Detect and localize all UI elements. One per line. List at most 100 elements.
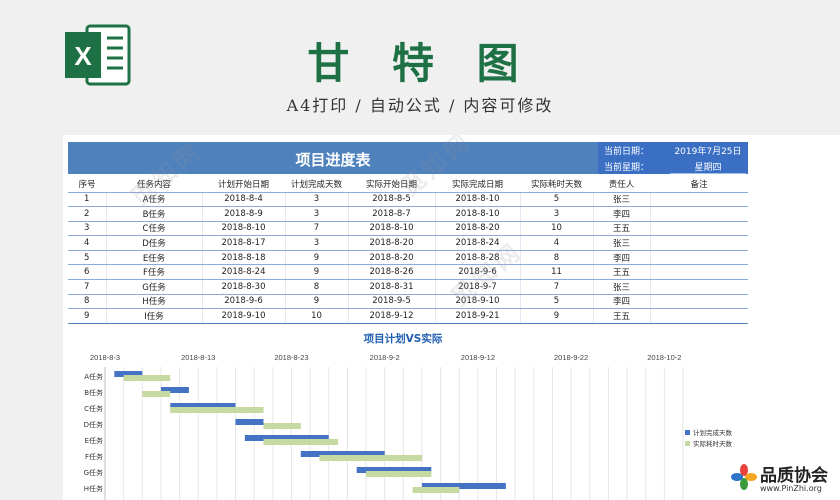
gantt-bar-actual <box>412 487 460 493</box>
table-cell[interactable]: 2018-8-20 <box>348 250 436 266</box>
table-cell[interactable]: F任务 <box>106 264 203 281</box>
table-cell[interactable]: 2018-8-10 <box>348 221 436 237</box>
table-cell[interactable]: 2018-8-10 <box>435 192 521 208</box>
table-cell[interactable] <box>650 308 748 324</box>
table-cell[interactable]: 7 <box>285 221 349 237</box>
table-cell[interactable]: 2018-9-10 <box>202 308 286 324</box>
table-cell[interactable]: 10 <box>520 221 594 237</box>
table-cell[interactable]: 王五 <box>593 221 651 237</box>
table-cell[interactable]: 5 <box>68 250 107 266</box>
table-cell[interactable]: 9 <box>285 250 349 266</box>
table-cell[interactable]: E任务 <box>106 250 203 266</box>
table-cell[interactable]: 张三 <box>593 192 651 208</box>
table-cell[interactable]: 2018-8-18 <box>202 250 286 266</box>
table-row: 5 E任务 2018-8-18 9 2018-8-20 2018-8-28 8 李四 <box>68 250 748 266</box>
table-row: 7 G任务 2018-8-30 8 2018-8-31 2018-9-7 7 张三 <box>68 279 748 295</box>
table-cell[interactable] <box>650 221 748 237</box>
table-cell[interactable]: 李四 <box>593 206 651 222</box>
y-category-label: H任务 <box>84 484 103 493</box>
column-header: 计划开始日期 <box>202 176 285 193</box>
current-date-value[interactable]: 2019年7月25日 <box>670 144 746 157</box>
table-cell[interactable]: 2018-8-4 <box>202 192 286 208</box>
spreadsheet-preview: 项目进度表 当前日期： 2019年7月25日 当前星期： 星期四 序号 任务内容… <box>63 135 840 500</box>
table-cell[interactable]: 4 <box>68 235 107 251</box>
table-cell[interactable] <box>650 206 748 222</box>
table-cell[interactable] <box>650 235 748 251</box>
table-cell[interactable]: 1 <box>68 192 107 208</box>
table-cell[interactable]: 张三 <box>593 279 651 295</box>
table-cell[interactable]: 9 <box>520 308 594 324</box>
table-row: 9 I任务 2018-9-10 10 2018-9-12 2018-9-21 9 王五 <box>68 308 748 324</box>
table-cell[interactable]: 9 <box>68 308 107 324</box>
table-cell[interactable]: H任务 <box>106 294 203 310</box>
table-cell[interactable]: 李四 <box>593 294 651 310</box>
gantt-bar-actual <box>263 439 339 445</box>
table-cell[interactable]: 10 <box>285 308 349 324</box>
table-cell[interactable]: 8 <box>520 250 594 266</box>
table-cell[interactable]: 2018-9-6 <box>202 294 286 310</box>
table-cell[interactable]: 6 <box>68 264 107 281</box>
gantt-bar-actual <box>366 471 432 477</box>
table-cell[interactable]: C任务 <box>106 221 203 237</box>
table-cell[interactable]: 2018-9-5 <box>348 294 436 310</box>
table-cell[interactable]: 2018-8-31 <box>348 279 436 295</box>
x-tick-label: 2018-9-2 <box>370 353 400 362</box>
table-cell[interactable]: 2018-9-21 <box>435 308 521 324</box>
x-tick-label: 2018-9-12 <box>461 353 495 362</box>
table-cell[interactable]: 2018-8-24 <box>202 264 286 281</box>
page-subtitle: A4打印 / 自动公式 / 内容可修改 <box>286 96 554 115</box>
gantt-bar-actual <box>319 455 422 461</box>
table-cell[interactable]: 3 <box>285 206 349 222</box>
table-cell[interactable] <box>650 279 748 295</box>
table-cell[interactable]: 3 <box>285 235 349 251</box>
table-row: 2 B任务 2018-8-9 3 2018-8-7 2018-8-10 3 李四 <box>68 206 748 222</box>
table-cell[interactable]: G任务 <box>106 279 203 295</box>
y-category-label: C任务 <box>84 404 103 413</box>
current-weekday-value[interactable]: 星期四 <box>670 160 746 174</box>
table-cell[interactable]: 9 <box>285 294 349 310</box>
table-cell[interactable]: 王五 <box>593 264 651 281</box>
x-tick-label: 2018-9-22 <box>554 353 588 362</box>
table-cell[interactable]: B任务 <box>106 206 203 222</box>
column-header: 责任人 <box>593 176 650 193</box>
table-cell[interactable]: 7 <box>520 279 594 295</box>
table-cell[interactable] <box>650 264 748 281</box>
chart-title: 项目计划VS实际 <box>363 333 443 345</box>
table-cell[interactable]: 5 <box>520 294 594 310</box>
table-cell[interactable]: 2018-8-9 <box>202 206 286 222</box>
table-cell[interactable]: 2018-9-12 <box>348 308 436 324</box>
table-cell[interactable]: 9 <box>285 264 349 281</box>
table-cell[interactable]: 2018-8-30 <box>202 279 286 295</box>
table-cell[interactable]: 7 <box>68 279 107 295</box>
table-cell[interactable]: 2018-8-26 <box>348 264 436 281</box>
table-cell[interactable]: 李四 <box>593 250 651 266</box>
table-cell[interactable]: 3 <box>520 206 594 222</box>
table-cell[interactable]: D任务 <box>106 235 203 251</box>
table-cell[interactable]: 8 <box>68 294 107 310</box>
table-row: 3 C任务 2018-8-10 7 2018-8-10 2018-8-20 10 王五 <box>68 221 748 237</box>
table-cell[interactable] <box>650 192 748 208</box>
table-cell[interactable]: 2018-8-7 <box>348 206 436 222</box>
table-cell[interactable]: 2018-8-10 <box>202 221 286 237</box>
column-header: 计划完成天数 <box>285 176 348 193</box>
table-cell[interactable]: I任务 <box>106 308 203 324</box>
table-cell[interactable]: 2 <box>68 206 107 222</box>
y-category-label: D任务 <box>84 420 103 429</box>
table-cell[interactable]: 3 <box>285 192 349 208</box>
gantt-bar-actual <box>142 391 171 397</box>
table-cell[interactable]: 4 <box>520 235 594 251</box>
table-cell[interactable]: 王五 <box>593 308 651 324</box>
x-tick-label: 2018-8-13 <box>181 353 215 362</box>
table-cell[interactable]: 2018-8-20 <box>348 235 436 251</box>
table-cell[interactable]: 3 <box>68 221 107 237</box>
table-cell[interactable]: 11 <box>520 264 594 281</box>
table-cell[interactable]: 2018-8-10 <box>435 206 521 222</box>
brand-badge: 品质协会 www.PinZhi.org <box>730 460 838 498</box>
table-cell[interactable]: 5 <box>520 192 594 208</box>
table-cell[interactable]: 8 <box>285 279 349 295</box>
legend-label: 计划完成天数 <box>693 428 733 437</box>
table-cell[interactable] <box>650 294 748 310</box>
table-cell[interactable]: 2018-8-17 <box>202 235 286 251</box>
table-cell[interactable]: 张三 <box>593 235 651 251</box>
table-cell[interactable] <box>650 250 748 266</box>
